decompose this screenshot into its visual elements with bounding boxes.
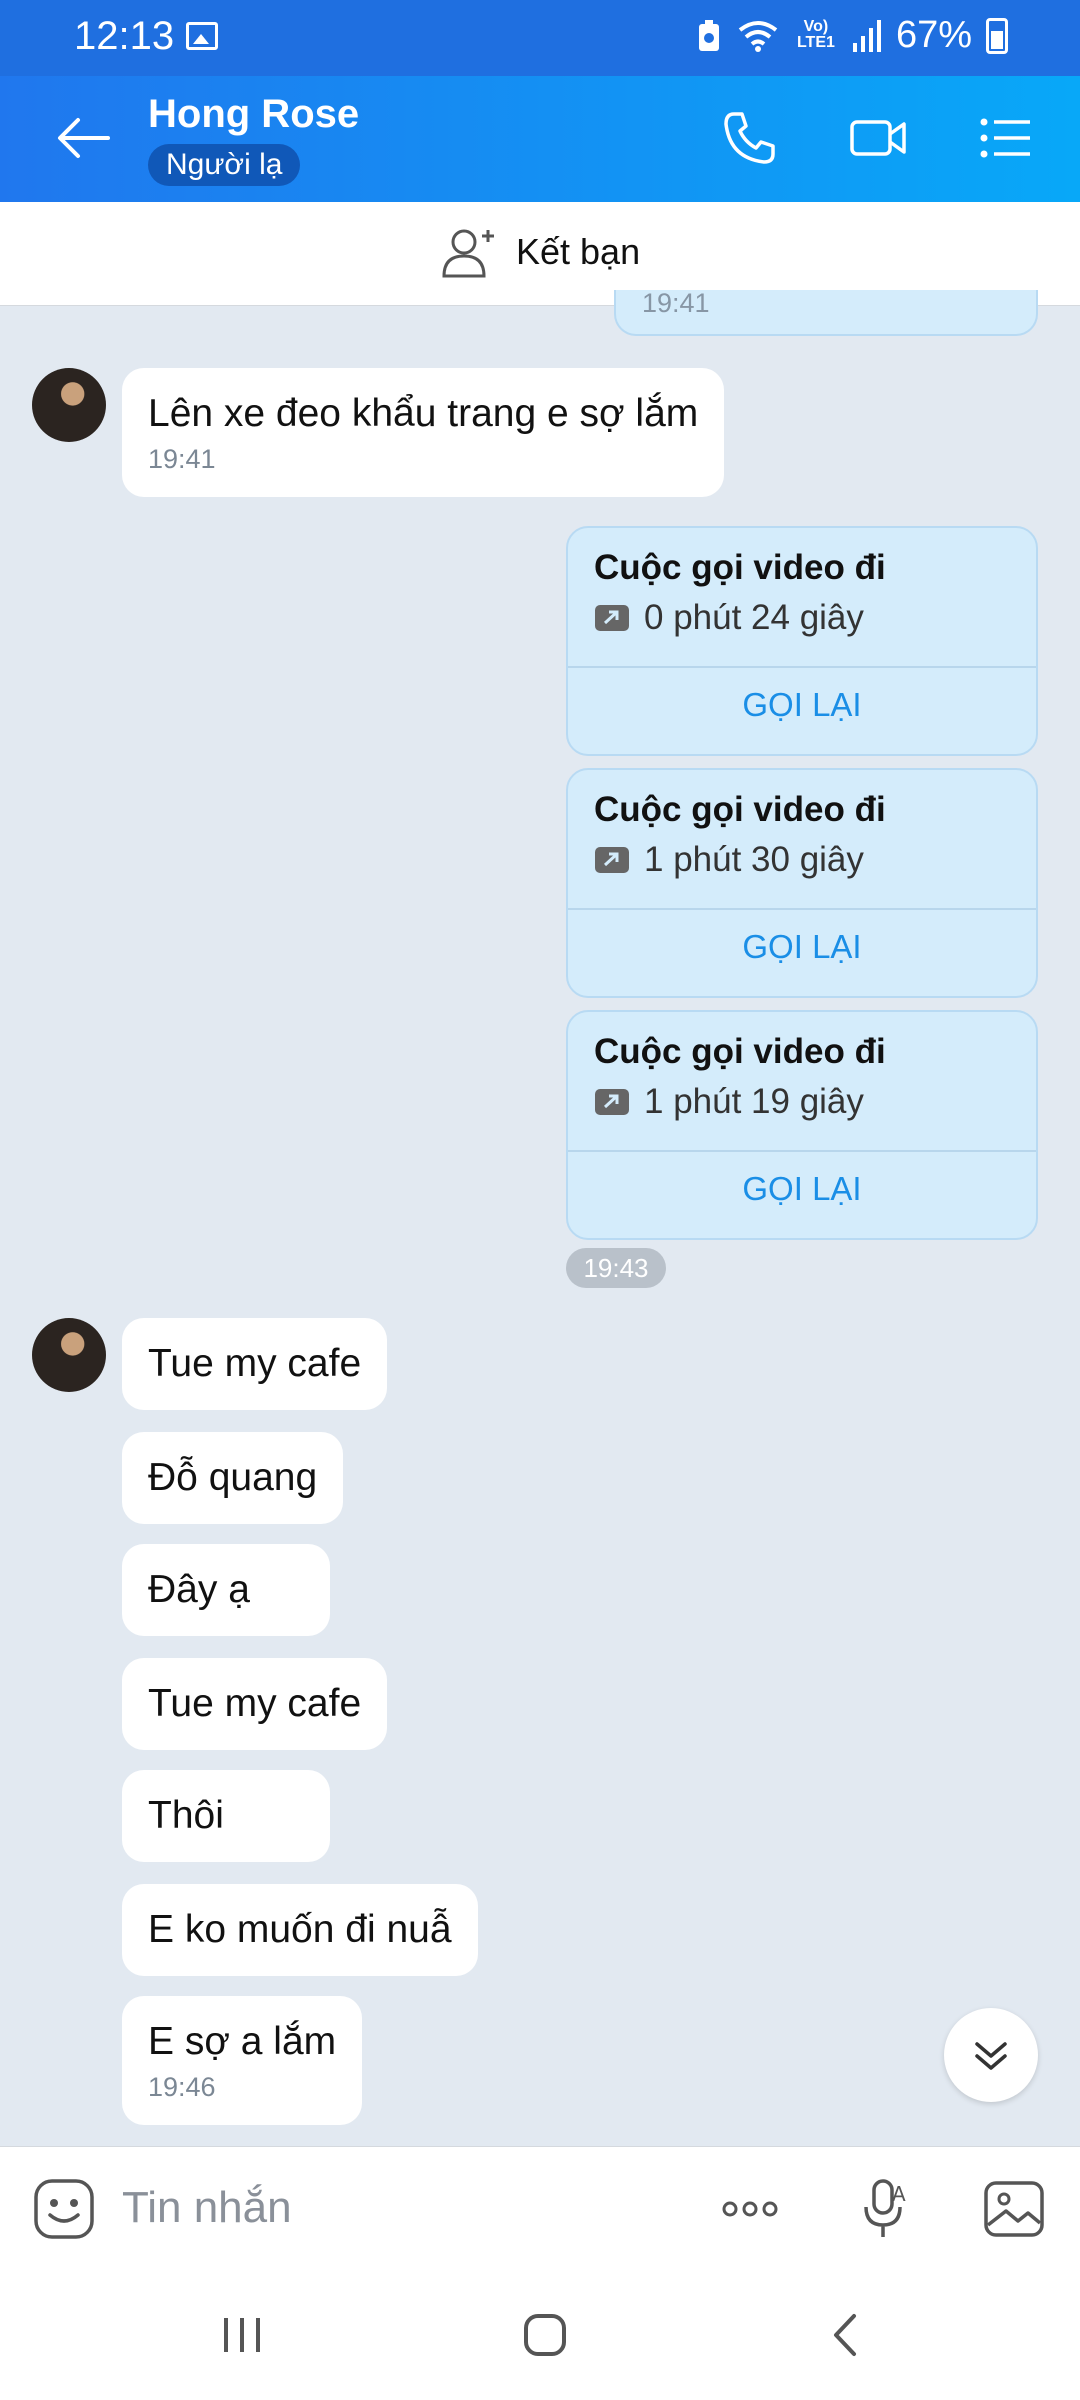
message-input[interactable]: Tin nhắn [122, 2183, 292, 2233]
back-nav-icon[interactable] [818, 2310, 878, 2360]
volte-label: Vo) [803, 17, 829, 35]
divider [568, 1150, 1036, 1152]
battery-icon [986, 17, 1008, 54]
call-duration: 0 phút 24 giây [644, 598, 864, 637]
video-call-card: Cuộc gọi video đi 1 phút 19 giây GỌI LẠI [566, 1010, 1038, 1240]
message-text: Tue my cafe [148, 1682, 362, 1725]
message-text: Đây ạ [148, 1568, 250, 1611]
call-duration-row: 0 phút 24 giây [594, 598, 864, 638]
outgoing-video-icon [595, 847, 629, 873]
recent-apps-icon[interactable] [212, 2310, 272, 2360]
add-person-icon [442, 229, 494, 278]
message-bubble[interactable]: E ko muốn đi nuẫ [122, 1884, 478, 1976]
call-duration: 1 phút 19 giây [644, 1082, 864, 1121]
phone-call-icon[interactable] [718, 106, 782, 170]
message-text: Lên xe đeo khẩu trang e sợ lắm [148, 392, 699, 435]
message-text: Tue my cafe [148, 1342, 362, 1385]
battery-saver-icon [698, 19, 719, 51]
partial-call-card: 19:41 [614, 288, 1038, 336]
home-icon[interactable] [514, 2310, 574, 2360]
call-title: Cuộc gọi video đi [594, 548, 886, 587]
message-text: Thôi [148, 1794, 224, 1837]
system-nav-bar [0, 2270, 1080, 2400]
status-indicators: Vo) LTE1 67% [696, 14, 1008, 57]
message-bubble[interactable]: E sợ a lắm 19:46 [122, 1996, 363, 2125]
message-text: E ko muốn đi nuẫ [148, 1908, 452, 1951]
message-time: 19:46 [148, 2072, 216, 2102]
more-options-icon[interactable] [718, 2177, 782, 2241]
divider [568, 666, 1036, 668]
video-call-card: Cuộc gọi video đi 0 phút 24 giây GỌI LẠI [566, 526, 1038, 756]
redial-button[interactable]: GỌI LẠI [568, 928, 1036, 966]
message-text: E sợ a lắm [148, 2020, 337, 2063]
volte-lte-indicator: Vo) LTE1 [794, 17, 838, 53]
add-friend-label: Kết bạn [516, 231, 641, 272]
video-call-icon[interactable] [846, 106, 910, 170]
add-friend-button[interactable]: Kết bạn [440, 224, 640, 280]
message-text: Đỗ quang [148, 1456, 318, 1499]
message-bubble[interactable]: Tue my cafe [122, 1658, 388, 1750]
redial-button[interactable]: GỌI LẠI [568, 686, 1036, 724]
svg-text:A: A [892, 2182, 906, 2206]
message-bubble[interactable]: Thôi [122, 1770, 330, 1862]
signal-icon [852, 19, 881, 52]
message-input-bar: Tin nhắn A [0, 2146, 1080, 2270]
lte-label: LTE1 [796, 33, 835, 51]
calls-time-pill: 19:43 [566, 1248, 666, 1288]
call-title: Cuộc gọi video đi [594, 1032, 886, 1071]
divider [568, 908, 1036, 910]
image-gallery-icon[interactable] [982, 2177, 1046, 2241]
message-bubble[interactable]: Tue my cafe [122, 1318, 388, 1410]
redial-button[interactable]: GỌI LẠI [568, 1170, 1036, 1208]
call-duration-row: 1 phút 30 giây [594, 840, 864, 880]
outgoing-video-icon [595, 1089, 629, 1115]
call-duration-row: 1 phút 19 giây [594, 1082, 864, 1122]
wifi-icon [738, 20, 778, 52]
stranger-badge: Người lạ [148, 144, 301, 186]
message-bubble[interactable]: Đỗ quang [122, 1432, 344, 1524]
message-time: 19:41 [148, 444, 216, 474]
contact-name[interactable]: Hong Rose [148, 92, 359, 137]
menu-list-icon[interactable] [974, 106, 1038, 170]
voice-to-text-mic-icon[interactable]: A [852, 2177, 916, 2241]
battery-percent: 67% [895, 14, 972, 56]
double-chevron-down-icon [975, 2042, 1007, 2070]
partial-time: 19:41 [642, 288, 710, 318]
scroll-to-bottom-button[interactable] [944, 2008, 1038, 2102]
status-bar: 12:13 Vo) LTE1 67% [0, 0, 1080, 76]
message-bubble[interactable]: Lên xe đeo khẩu trang e sợ lắm 19:41 [122, 368, 725, 497]
avatar[interactable] [32, 1318, 106, 1392]
outgoing-video-icon [595, 605, 629, 631]
call-duration: 1 phút 30 giây [644, 840, 864, 879]
sticker-emoji-icon[interactable] [32, 2177, 96, 2241]
call-title: Cuộc gọi video đi [594, 790, 886, 829]
back-arrow-icon[interactable] [56, 116, 112, 160]
video-call-card: Cuộc gọi video đi 1 phút 30 giây GỌI LẠI [566, 768, 1038, 998]
gallery-notification-icon [186, 22, 218, 50]
avatar[interactable] [32, 368, 106, 442]
chat-header: Hong Rose Người lạ [0, 76, 1080, 202]
message-bubble[interactable]: Đây ạ [122, 1544, 330, 1636]
status-time: 12:13 [74, 14, 175, 58]
